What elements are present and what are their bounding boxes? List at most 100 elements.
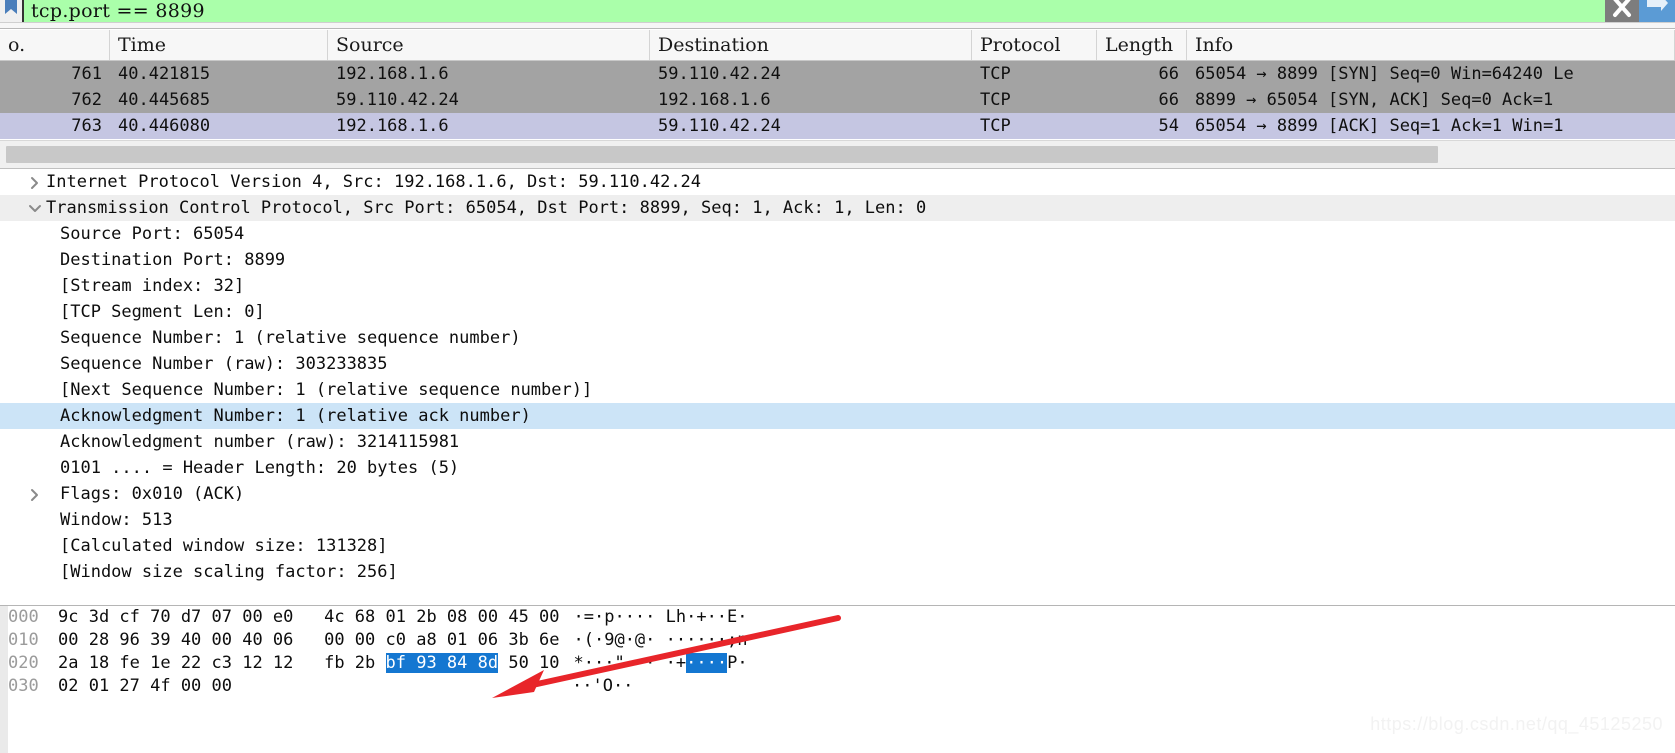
detail-row-label: Destination Port: 8899 xyxy=(60,250,286,270)
cell-length: 54 xyxy=(1158,116,1179,136)
detail-row-label: Source Port: 65054 xyxy=(60,224,245,244)
detail-row-label: [TCP Segment Len: 0] xyxy=(60,302,265,322)
cell-info: 65054 → 8899 [ACK] Seq=1 Ack=1 Win=1 xyxy=(1195,116,1564,136)
display-filter-input[interactable] xyxy=(22,0,1605,22)
chevron-right-icon[interactable] xyxy=(0,481,60,507)
detail-row[interactable]: Window: 513 xyxy=(0,507,1675,533)
detail-row-label: 0101 .... = Header Length: 20 bytes (5) xyxy=(60,458,460,478)
bookmark-icon[interactable] xyxy=(0,0,22,22)
hex-ascii[interactable]: ··'O·· xyxy=(558,675,858,698)
hex-bytes-highlight[interactable]: bf 93 84 8d xyxy=(385,653,499,673)
hex-offset: 020 xyxy=(8,653,39,673)
close-icon xyxy=(1613,0,1631,17)
hex-row[interactable]: 010 00 28 96 39 40 00 40 06 00 00 c0 a8 0… xyxy=(0,629,1675,652)
hex-bytes[interactable]: 00 28 96 39 40 00 40 06 00 00 c0 a8 01 0… xyxy=(58,629,560,652)
cell-time: 40.446080 xyxy=(118,116,211,136)
detail-row-selected[interactable]: Acknowledgment Number: 1 (relative ack n… xyxy=(0,403,1675,429)
detail-row[interactable]: Internet Protocol Version 4, Src: 192.16… xyxy=(0,169,1675,195)
detail-row[interactable]: [Next Sequence Number: 1 (relative seque… xyxy=(0,377,1675,403)
packet-list-pane[interactable]: o. Time Source Destination Protocol Leng… xyxy=(0,30,1675,140)
cell-destination: 59.110.42.24 xyxy=(658,64,781,84)
watermark-text: https://blog.csdn.net/qq_45125250 xyxy=(1370,714,1663,734)
hex-ascii[interactable]: *···"··· ·+····P· xyxy=(560,652,860,675)
chevron-right-icon[interactable] xyxy=(0,169,46,195)
detail-row-label: Acknowledgment Number: 1 (relative ack n… xyxy=(60,406,531,426)
table-row-selected[interactable]: 763 40.446080 192.168.1.6 59.110.42.24 T… xyxy=(0,113,1675,139)
detail-row-label: Flags: 0x010 (ACK) xyxy=(60,484,245,504)
detail-row[interactable]: [Calculated window size: 131328] xyxy=(0,533,1675,559)
hex-ascii-highlight[interactable]: ···· xyxy=(686,653,728,673)
scrollbar-thumb[interactable] xyxy=(6,146,1438,163)
column-header-protocol[interactable]: Protocol xyxy=(972,30,1097,60)
hex-row[interactable]: 020 2a 18 fe 1e 22 c3 12 12 fb 2b bf 93 8… xyxy=(0,652,1675,675)
cell-source: 192.168.1.6 xyxy=(336,64,449,84)
detail-row[interactable]: [TCP Segment Len: 0] xyxy=(0,299,1675,325)
hex-row[interactable]: 000 9c 3d cf 70 d7 07 00 e0 4c 68 01 2b 0… xyxy=(0,606,1675,629)
hex-offset: 030 xyxy=(8,676,39,696)
detail-row-label: [Window size scaling factor: 256] xyxy=(60,562,398,582)
hex-ascii[interactable]: ·=·p···· Lh·+··E· xyxy=(560,606,860,629)
detail-row[interactable]: 0101 .... = Header Length: 20 bytes (5) xyxy=(0,455,1675,481)
column-header-destination[interactable]: Destination xyxy=(650,30,972,60)
packet-list-horizontal-scrollbar[interactable] xyxy=(0,140,1675,168)
hex-ascii[interactable]: ·(·9@·@· ······;n xyxy=(560,629,860,652)
column-header-source[interactable]: Source xyxy=(328,30,650,60)
wireshark-window: o. Time Source Destination Protocol Leng… xyxy=(0,0,1675,753)
detail-row-label: [Stream index: 32] xyxy=(60,276,245,296)
cell-source: 59.110.42.24 xyxy=(336,90,459,110)
chevron-down-icon[interactable] xyxy=(0,195,46,221)
detail-row-label: Acknowledgment number (raw): 3214115981 xyxy=(60,432,460,452)
hex-bytes[interactable]: 2a 18 fe 1e 22 c3 12 12 fb 2b bf 93 84 8… xyxy=(58,652,560,675)
column-header-info[interactable]: Info xyxy=(1187,30,1675,60)
cell-info: 8899 → 65054 [SYN, ACK] Seq=0 Ack=1 xyxy=(1195,90,1554,110)
column-header-time[interactable]: Time xyxy=(110,30,328,60)
cell-no: 763 xyxy=(71,116,102,136)
hex-rows-container: 000 9c 3d cf 70 d7 07 00 e0 4c 68 01 2b 0… xyxy=(0,606,1675,698)
detail-row[interactable]: Acknowledgment number (raw): 3214115981 xyxy=(0,429,1675,455)
detail-row-label: Transmission Control Protocol, Src Port:… xyxy=(46,198,927,218)
chevron-right-icon xyxy=(31,489,38,501)
detail-row[interactable]: Flags: 0x010 (ACK) xyxy=(0,481,1675,507)
cell-info: 65054 → 8899 [SYN] Seq=0 Win=64240 Le xyxy=(1195,64,1574,84)
table-row[interactable]: 762 40.445685 59.110.42.24 192.168.1.6 T… xyxy=(0,87,1675,113)
apply-filter-button[interactable] xyxy=(1639,0,1675,22)
hex-offset: 010 xyxy=(8,630,39,650)
cell-protocol: TCP xyxy=(980,116,1011,136)
cell-destination: 192.168.1.6 xyxy=(658,90,771,110)
cell-protocol: TCP xyxy=(980,64,1011,84)
detail-row[interactable]: Transmission Control Protocol, Src Port:… xyxy=(0,195,1675,221)
cell-length: 66 xyxy=(1158,90,1179,110)
cell-time: 40.421815 xyxy=(118,64,211,84)
detail-row[interactable]: [Window size scaling factor: 256] xyxy=(0,559,1675,585)
detail-row[interactable]: [Stream index: 32] xyxy=(0,273,1675,299)
hex-bytes[interactable]: 02 01 27 4f 00 00 xyxy=(58,675,558,698)
detail-row[interactable]: Source Port: 65054 xyxy=(0,221,1675,247)
detail-row[interactable]: Sequence Number (raw): 303233835 xyxy=(0,351,1675,377)
bookmark-glyph xyxy=(5,0,17,14)
detail-row-label: Window: 513 xyxy=(60,510,173,530)
cell-destination: 59.110.42.24 xyxy=(658,116,781,136)
column-header-no[interactable]: o. xyxy=(0,30,110,60)
detail-row[interactable]: Destination Port: 8899 xyxy=(0,247,1675,273)
clear-filter-button[interactable] xyxy=(1605,0,1639,22)
chevron-right-icon xyxy=(31,177,38,189)
detail-row[interactable]: Sequence Number: 1 (relative sequence nu… xyxy=(0,325,1675,351)
column-header-length[interactable]: Length xyxy=(1097,30,1187,60)
packet-details-pane[interactable]: Internet Protocol Version 4, Src: 192.16… xyxy=(0,168,1675,605)
cell-time: 40.445685 xyxy=(118,90,211,110)
display-filter-bar xyxy=(0,0,1675,22)
filter-text-caret xyxy=(22,0,24,22)
hex-bytes[interactable]: 9c 3d cf 70 d7 07 00 e0 4c 68 01 2b 08 0… xyxy=(58,606,560,629)
hex-row[interactable]: 030 02 01 27 4f 00 00 ··'O·· xyxy=(0,675,1675,698)
hex-offset: 000 xyxy=(8,607,39,627)
table-row[interactable]: 761 40.421815 192.168.1.6 59.110.42.24 T… xyxy=(0,61,1675,87)
arrow-right-icon xyxy=(1647,0,1668,11)
